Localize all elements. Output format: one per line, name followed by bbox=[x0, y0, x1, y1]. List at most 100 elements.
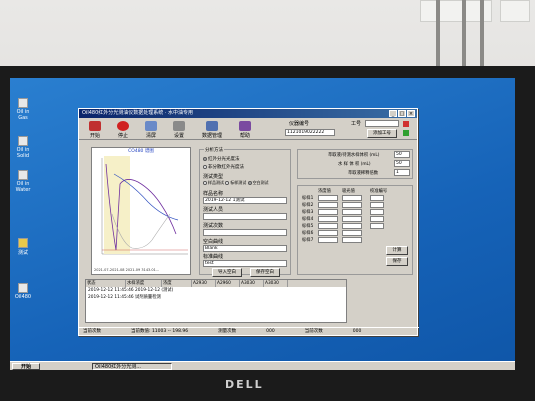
save-button[interactable]: 保存 bbox=[386, 257, 408, 266]
test-type-sample[interactable]: 样品测试 bbox=[203, 180, 224, 185]
spectrum-plot bbox=[92, 154, 190, 266]
toolbar: 开始 停止 清屏 设置 数据管理 帮助 仪器编号 1121019022222 工… bbox=[79, 118, 417, 140]
column-header[interactable]: 浓度 bbox=[162, 280, 192, 287]
column-header[interactable]: A2930 bbox=[192, 280, 216, 287]
extract-volume-input[interactable]: 50 bbox=[394, 151, 410, 158]
method-option-nondispersive[interactable]: 非分散红外光度法 bbox=[203, 164, 244, 170]
column-header[interactable]: 状态 bbox=[86, 280, 126, 287]
absorbance-input[interactable] bbox=[342, 237, 362, 243]
clear-button[interactable]: 清屏 bbox=[141, 121, 161, 139]
work-select[interactable] bbox=[365, 120, 399, 127]
test-type-standard[interactable]: 标样测试 bbox=[225, 180, 246, 185]
table-row[interactable]: 2019-12-12 11:45:46 2019-12-12 (测试) bbox=[86, 287, 346, 294]
status-current-value-2: 000 bbox=[352, 329, 362, 334]
desktop-icon-oil-in-solid[interactable]: Oil in Solid bbox=[12, 136, 34, 159]
standard-row-label: 标样3 bbox=[302, 210, 314, 215]
calc-button[interactable]: 计算 bbox=[386, 246, 408, 255]
absorbance-input[interactable] bbox=[342, 202, 362, 208]
minimize-button[interactable]: _ bbox=[389, 110, 397, 117]
settings-button[interactable]: 设置 bbox=[169, 121, 189, 139]
application-icon bbox=[18, 136, 28, 146]
standard-curve-select[interactable]: test bbox=[203, 260, 287, 267]
window-titlebar: Oil480红外分光测油仪数据处理系统 · 水中油专用 _ □ × bbox=[79, 109, 417, 118]
add-work-button[interactable]: 添加工号 bbox=[367, 129, 397, 138]
desktop-icon-oil-in-gas[interactable]: Oil in Gas bbox=[12, 98, 34, 121]
instrument-field[interactable]: 1121019022222 bbox=[285, 129, 335, 136]
column-header[interactable]: 水样浓度 bbox=[126, 280, 162, 287]
test-type-label: 测试类型 bbox=[203, 174, 224, 180]
start-menu-button[interactable]: 开始 bbox=[12, 363, 40, 370]
column-header[interactable]: A2960 bbox=[216, 280, 240, 287]
absorbance-input[interactable] bbox=[342, 216, 362, 222]
sample-name-input[interactable]: 2019-12-12 1测试 bbox=[203, 197, 287, 204]
data-management-button[interactable]: 数据管理 bbox=[197, 121, 227, 139]
taskbar-item[interactable]: Oil480红外分光测... bbox=[92, 363, 172, 370]
start-button[interactable]: 开始 bbox=[85, 121, 105, 139]
close-button[interactable]: × bbox=[407, 110, 415, 117]
blank-curve-select[interactable]: Blank bbox=[203, 245, 287, 252]
column-header[interactable]: A3030 bbox=[264, 280, 288, 287]
status-bar: 当前次数 当前数值: 11003 -- 198.96 测量次数 000 当前次数… bbox=[79, 327, 419, 335]
red-indicator-icon bbox=[403, 121, 409, 127]
blank-curve-label: 空白曲线 bbox=[203, 239, 224, 245]
absorbance-input[interactable] bbox=[342, 195, 362, 201]
concentration-input[interactable] bbox=[318, 237, 338, 243]
standard-row-label: 标样5 bbox=[302, 224, 314, 229]
status-current-value: 当前数值: 11003 -- 198.96 bbox=[131, 329, 189, 334]
method-option-ir[interactable]: 红外分光光度法 bbox=[203, 156, 240, 162]
test-type-blank[interactable]: 空白测试 bbox=[247, 180, 269, 185]
power-cable-3 bbox=[480, 0, 484, 70]
spectrum-chart: CO480 谱图 2021-07-2021-08 2021-09 3143.01… bbox=[91, 147, 191, 275]
stop-icon bbox=[117, 121, 129, 131]
dilution-input[interactable]: 1 bbox=[394, 169, 410, 176]
status-current-label: 当前次数 bbox=[83, 329, 101, 334]
water-volume-input[interactable]: 50 bbox=[394, 160, 410, 167]
concentration-input[interactable] bbox=[318, 195, 338, 201]
analysis-panel: 分析方法 红外分光光度法 非分散红外光度法 测试类型 样品测试 标样测试 空白测… bbox=[199, 147, 291, 277]
maximize-button[interactable]: □ bbox=[398, 110, 406, 117]
import-blank-button[interactable]: 导入空白 bbox=[212, 268, 242, 277]
wall-outlet-2 bbox=[500, 0, 530, 22]
application-icon bbox=[18, 98, 28, 108]
tester-input[interactable] bbox=[203, 213, 287, 220]
volume-panel: 萃取液/待测水样体积 (mL) 50 水 样 体 积 (mL) 50 萃取液稀释… bbox=[297, 149, 413, 179]
calibration-id-input[interactable] bbox=[370, 216, 384, 222]
standard-row-label: 标样7 bbox=[302, 238, 314, 243]
calibration-id-input[interactable] bbox=[370, 209, 384, 215]
calibration-id-input[interactable] bbox=[370, 195, 384, 201]
save-blank-button[interactable]: 保存空白 bbox=[250, 268, 280, 277]
monitor-logo: DELL bbox=[225, 378, 264, 391]
absorbance-input[interactable] bbox=[342, 230, 362, 236]
count-label: 测试次数 bbox=[203, 223, 224, 229]
count-select[interactable] bbox=[203, 229, 287, 236]
calibration-id-input[interactable] bbox=[370, 202, 384, 208]
calibration-id-input[interactable] bbox=[370, 223, 384, 229]
standard-row-label: 标样1 bbox=[302, 196, 314, 201]
radio-icon bbox=[203, 181, 207, 185]
method-label: 分析方法 bbox=[204, 147, 224, 153]
concentration-input[interactable] bbox=[318, 230, 338, 236]
desktop-icon-test[interactable]: 测试 bbox=[12, 238, 34, 256]
column-header[interactable]: A3030 bbox=[240, 280, 264, 287]
status-count-value: 000 bbox=[266, 329, 275, 334]
concentration-input[interactable] bbox=[318, 223, 338, 229]
work-label: 工号 bbox=[351, 121, 362, 127]
application-icon bbox=[18, 170, 28, 180]
instrument-label: 仪器编号 bbox=[289, 121, 310, 127]
absorbance-input[interactable] bbox=[342, 209, 362, 215]
concentration-input[interactable] bbox=[318, 216, 338, 222]
stop-button[interactable]: 停止 bbox=[113, 121, 133, 139]
table-row[interactable]: 2019-12-12 11:45:46 试剂质量检测 bbox=[86, 294, 346, 301]
power-cable-2 bbox=[462, 0, 466, 70]
dilution-label: 萃取液稀释倍数 bbox=[348, 171, 379, 176]
concentration-input[interactable] bbox=[318, 209, 338, 215]
desktop-icon-oil-in-water[interactable]: Oil in Water bbox=[12, 170, 34, 193]
tester-label: 测试人员 bbox=[203, 207, 224, 213]
desktop-icon-oil480[interactable]: Oil480 bbox=[12, 283, 34, 300]
help-button[interactable]: 帮助 bbox=[235, 121, 255, 139]
concentration-input[interactable] bbox=[318, 202, 338, 208]
standard-row-label: 标样2 bbox=[302, 203, 314, 208]
absorbance-input[interactable] bbox=[342, 223, 362, 229]
status-count-label: 测量次数 bbox=[218, 329, 237, 334]
sample-name-label: 样品名称 bbox=[203, 191, 224, 197]
